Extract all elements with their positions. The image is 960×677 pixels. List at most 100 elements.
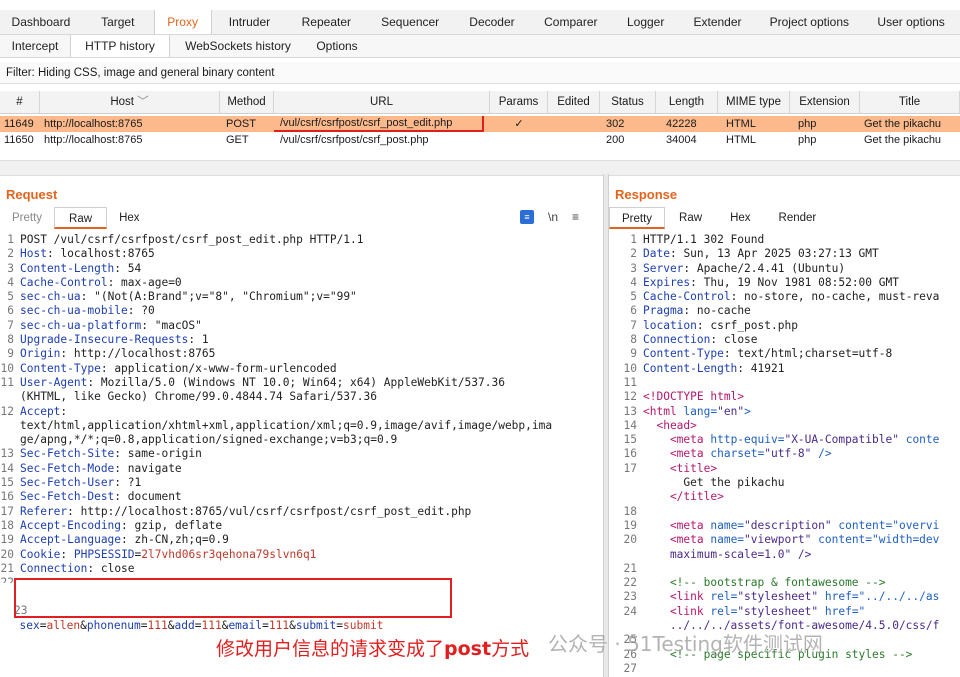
header-continuation: (KHTML, like Gecko) Chrome/99.0.4844.74 … bbox=[20, 390, 377, 404]
html-tag: <!DOCTYPE html> bbox=[643, 390, 745, 404]
code-line: 22 <!-- bootstrap & fontawesome --> bbox=[609, 576, 960, 590]
response-editor[interactable]: 1 HTTP/1.1 302 Found 2 Date: Sun, 13 Apr 20… bbox=[609, 233, 960, 677]
tab-raw[interactable]: Raw bbox=[54, 207, 108, 229]
header-value: gzip, deflate bbox=[127, 518, 223, 532]
tab-render[interactable]: Render bbox=[765, 207, 831, 229]
code-line: 9 Content-Type: text/html;charset=utf-8 bbox=[609, 347, 960, 361]
line-number: 3 bbox=[630, 261, 637, 275]
code-line: 11 bbox=[609, 376, 960, 390]
param-value: 111 bbox=[147, 618, 168, 632]
header-colon: : bbox=[121, 518, 128, 532]
col-mime[interactable]: MIME type bbox=[718, 91, 790, 113]
code-line: 15 Sec-Fetch-User: ?1 bbox=[0, 476, 598, 490]
code-line: 15 <meta http-equiv="X-UA-Compatible" co… bbox=[609, 433, 960, 447]
cell-status: 200 bbox=[606, 134, 625, 146]
header-name: Connection bbox=[643, 333, 711, 347]
tab-pretty[interactable]: Pretty bbox=[609, 207, 666, 229]
tab-comparer[interactable]: Comparer bbox=[529, 10, 613, 34]
cell-status: 302 bbox=[606, 118, 625, 130]
html-rest: > bbox=[744, 404, 751, 418]
line-number: 13 bbox=[0, 447, 14, 461]
html-tag: <html bbox=[643, 404, 684, 418]
code-line: 7 sec-ch-ua-platform: "macOS" bbox=[0, 319, 598, 333]
code-line: 6 sec-ch-ua-mobile: ?0 bbox=[0, 304, 598, 318]
format-icon[interactable]: ≡ bbox=[520, 210, 534, 224]
tab-decoder[interactable]: Decoder bbox=[455, 10, 529, 34]
header-value: csrf_post.php bbox=[703, 318, 798, 332]
header-name: sec-ch-ua bbox=[20, 290, 81, 304]
line-number: 6 bbox=[7, 304, 14, 318]
header-name: Sec-Fetch-Mode bbox=[20, 461, 115, 475]
tab-target[interactable]: Target bbox=[82, 10, 154, 34]
tab-dashboard[interactable]: Dashboard bbox=[0, 10, 82, 34]
tab-logger[interactable]: Logger bbox=[613, 10, 679, 34]
col-extension[interactable]: Extension bbox=[790, 91, 860, 113]
col-length[interactable]: Length bbox=[656, 91, 718, 113]
header-colon: : bbox=[669, 247, 677, 261]
tab-repeater[interactable]: Repeater bbox=[287, 10, 365, 34]
col-params[interactable]: Params bbox=[490, 91, 548, 113]
header-value: Apache/2.4.41 (Ubuntu) bbox=[690, 261, 846, 275]
col-method[interactable]: Method bbox=[220, 91, 274, 113]
line-number: 5 bbox=[7, 290, 14, 304]
header-name: Content-Length bbox=[643, 361, 738, 375]
code-line: 8 Upgrade-Insecure-Requests: 1 bbox=[0, 333, 598, 347]
line-number: 14 bbox=[623, 418, 637, 432]
col-url[interactable]: URL bbox=[274, 91, 490, 113]
cell-method: GET bbox=[226, 134, 249, 146]
header-continuation: text/html,application/xhtml+xml,applicat… bbox=[20, 418, 553, 432]
code-line: 6 Pragma: no-cache bbox=[609, 304, 960, 318]
code-line: 12 Accept: bbox=[0, 405, 598, 419]
tab-intruder[interactable]: Intruder bbox=[212, 10, 288, 34]
tab-sequencer[interactable]: Sequencer bbox=[365, 10, 455, 34]
request-view-tabs: Pretty Raw Hex bbox=[0, 207, 152, 229]
html-tag: <link bbox=[643, 604, 711, 618]
header-value: Sun, 13 Apr 2025 03:27:13 GMT bbox=[676, 247, 879, 261]
html-rest: conte bbox=[898, 433, 940, 447]
tab-hex[interactable]: Hex bbox=[716, 207, 764, 229]
tab-pretty[interactable]: Pretty bbox=[0, 207, 54, 229]
code-line: 13 <html lang="en"> bbox=[609, 405, 960, 419]
tab-raw[interactable]: Raw bbox=[665, 207, 716, 229]
param-value: allen bbox=[46, 618, 81, 632]
line-number: 7 bbox=[7, 318, 14, 332]
tab-http-history[interactable]: HTTP history bbox=[70, 35, 170, 57]
line-number: 9 bbox=[7, 347, 14, 361]
cell-method: POST bbox=[226, 118, 256, 130]
tab-project-options[interactable]: Project options bbox=[756, 10, 862, 34]
tab-extender[interactable]: Extender bbox=[679, 10, 757, 34]
col-host[interactable]: Host ﹀ bbox=[40, 91, 220, 113]
newline-toggle-icon[interactable]: \n bbox=[548, 210, 558, 224]
filter-bar[interactable]: Filter: Hiding CSS, image and general bi… bbox=[0, 62, 960, 84]
tab-options[interactable]: Options bbox=[306, 35, 368, 57]
line-number: 22 bbox=[623, 576, 637, 590]
header-colon: : bbox=[127, 304, 135, 318]
param-name: submit bbox=[295, 618, 337, 632]
table-row[interactable]: 11649 http://localhost:8765 POST /vul/cs… bbox=[0, 116, 960, 132]
tab-proxy[interactable]: Proxy bbox=[153, 10, 212, 34]
cell-extension: php bbox=[798, 118, 817, 130]
line-number: 20 bbox=[623, 533, 637, 547]
panel-splitter[interactable] bbox=[0, 160, 960, 176]
html-tag: <meta bbox=[643, 447, 711, 461]
tab-intercept[interactable]: Intercept bbox=[0, 35, 70, 57]
col-title[interactable]: Title bbox=[860, 91, 960, 113]
col-edited[interactable]: Edited bbox=[548, 91, 600, 113]
menu-icon[interactable]: ≡ bbox=[572, 210, 579, 224]
html-rest: /> bbox=[811, 447, 832, 461]
code-line: (KHTML, like Gecko) Chrome/99.0.4844.74 … bbox=[0, 390, 598, 404]
header-colon: : bbox=[690, 275, 697, 289]
tab-websockets-history[interactable]: WebSockets history bbox=[170, 35, 306, 57]
header-name: User-Agent bbox=[20, 375, 88, 389]
line-number: 16 bbox=[0, 490, 14, 504]
line-number: 17 bbox=[0, 504, 14, 518]
header-name: Server bbox=[643, 261, 684, 275]
header-value: no-store, no-cache, must-reva bbox=[737, 290, 940, 304]
col-status[interactable]: Status bbox=[600, 91, 656, 113]
col-id[interactable]: # bbox=[0, 91, 40, 113]
request-editor[interactable]: 1 POST /vul/csrf/csrfpost/csrf_post_edit.… bbox=[0, 233, 598, 583]
code-line: 11 User-Agent: Mozilla/5.0 (Windows NT 10… bbox=[0, 376, 598, 390]
tab-hex[interactable]: Hex bbox=[107, 207, 151, 229]
table-row[interactable]: 11650 http://localhost:8765 GET /vul/csr… bbox=[0, 132, 960, 148]
tab-user-options[interactable]: User options bbox=[862, 10, 960, 34]
